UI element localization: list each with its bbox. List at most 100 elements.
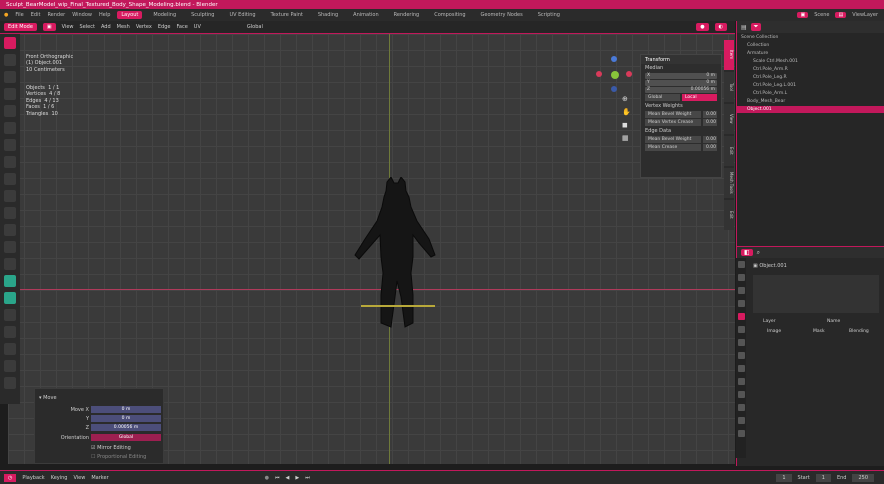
view-layer-props-icon[interactable] [737, 300, 745, 307]
tab-edit[interactable]: Edit [724, 136, 734, 166]
median-z-field[interactable]: Z 0.00056 m [645, 87, 717, 93]
move-x-field[interactable]: 0 m [91, 406, 161, 413]
ortho-toggle-icon[interactable]: ▦ [622, 134, 629, 142]
scene-name[interactable]: Scene [814, 12, 829, 18]
texture-props-icon[interactable] [737, 430, 745, 437]
edge-bevel-weight-value[interactable]: 0.00 [703, 136, 717, 143]
menu-edit[interactable]: Edit [31, 12, 41, 18]
workspace-tab-modeling[interactable]: Modeling [149, 11, 180, 19]
proportional-editing-checkbox[interactable]: ☐ Proportional Editing [91, 454, 146, 460]
knife-tool-icon[interactable] [4, 258, 16, 270]
rotate-tool-icon[interactable] [4, 88, 16, 100]
outliner-item-armature[interactable]: Armature [737, 50, 884, 57]
record-icon[interactable]: ● [265, 475, 269, 481]
menu-file[interactable]: File [15, 12, 23, 18]
outliner-item-pole-arm-l[interactable]: Ctrl.Pole_Arm.L [737, 90, 884, 97]
mirror-editing-checkbox[interactable]: ☑ Mirror Editing [91, 445, 131, 451]
redo-panel-title[interactable]: ▾ Move [39, 395, 57, 401]
play-icon[interactable]: ▶ [295, 475, 299, 481]
overlay-icon[interactable]: ◐ [714, 23, 727, 31]
scene-collection-row[interactable]: Scene Collection [737, 34, 884, 41]
vertex-bevel-weight-value[interactable]: 0.00 [703, 111, 717, 118]
header-menu-select[interactable]: Select [80, 24, 95, 30]
header-menu-vertex[interactable]: Vertex [136, 24, 152, 30]
jump-end-icon[interactable]: ⏭ [305, 475, 310, 481]
bear-model[interactable] [351, 176, 441, 334]
tab-item[interactable]: Item [724, 40, 734, 70]
keying-menu[interactable]: Keying [51, 475, 68, 481]
smooth-tool-icon[interactable] [4, 309, 16, 321]
menu-help[interactable]: Help [99, 12, 110, 18]
header-menu-add[interactable]: Add [101, 24, 111, 30]
blender-logo-icon[interactable]: ● [4, 12, 8, 18]
gizmo-z-neg-icon[interactable] [611, 86, 617, 92]
median-x-field[interactable]: X0 m [645, 73, 717, 79]
median-y-field[interactable]: Y0 m [645, 80, 717, 86]
transform-tool-icon[interactable] [4, 122, 16, 134]
outliner-item-pole-leg-r[interactable]: Ctrl.Pole_Leg.R [737, 74, 884, 81]
local-toggle[interactable]: Local [682, 94, 717, 101]
tab-view[interactable]: View [724, 104, 734, 134]
transform-header[interactable]: Transform [641, 55, 721, 64]
view-layer-name[interactable]: ViewLayer [852, 12, 878, 18]
data-props-icon[interactable] [737, 404, 745, 411]
timeline-view-menu[interactable]: View [73, 475, 85, 481]
outliner-item-object-001[interactable]: Object.001 [737, 106, 884, 113]
orientation-selector[interactable]: Global [247, 24, 263, 30]
outliner-editor-icon[interactable]: ▤ [741, 24, 747, 31]
particles-props-icon[interactable] [737, 365, 745, 372]
move-y-field[interactable]: 0 m [91, 415, 161, 422]
properties-editor-icon[interactable]: ◧ [741, 249, 753, 256]
outliner-item-body-mesh[interactable]: Body_Mesh_Bear [737, 98, 884, 105]
orientation-field[interactable]: Global [91, 434, 161, 441]
workspace-tab-scripting[interactable]: Scripting [534, 11, 564, 19]
tab-mesh-tools[interactable]: Mesh Tools [724, 168, 734, 198]
output-props-icon[interactable] [737, 287, 745, 294]
edge-crease-value[interactable]: 0.00 [703, 144, 717, 151]
outliner-item-pole-leg-l[interactable]: Ctrl.Pole_Leg.L.001 [737, 82, 884, 89]
workspace-tab-layout[interactable]: Layout [117, 11, 143, 19]
poly-build-tool-icon[interactable] [4, 275, 16, 287]
bevel-tool-icon[interactable] [4, 224, 16, 236]
spin-tool-icon[interactable] [4, 292, 16, 304]
header-menu-face[interactable]: Face [176, 24, 187, 30]
outliner-item-collection[interactable]: Collection [737, 42, 884, 49]
menu-render[interactable]: Render [47, 12, 65, 18]
outliner-filter-icon[interactable]: ⏷ [750, 23, 762, 31]
start-frame-field[interactable]: 1 [815, 473, 831, 482]
extrude-tool-icon[interactable] [4, 190, 16, 202]
current-frame-field[interactable]: 1 [776, 473, 792, 482]
tab-tool[interactable]: Tool [724, 72, 734, 102]
gizmo-x-icon[interactable] [626, 71, 632, 77]
menu-window[interactable]: Window [72, 12, 92, 18]
vertex-crease-value[interactable]: 0.00 [703, 119, 717, 126]
header-menu-mesh[interactable]: Mesh [117, 24, 130, 30]
timeline-editor-icon[interactable]: ◷ [4, 473, 17, 482]
constraints-props-icon[interactable] [737, 391, 745, 398]
shading-solid-icon[interactable]: ● [696, 23, 709, 31]
workspace-tab-geometry-nodes[interactable]: Geometry Nodes [477, 11, 527, 19]
properties-list[interactable] [753, 275, 879, 313]
navigation-gizmo[interactable] [596, 56, 632, 92]
measure-tool-icon[interactable] [4, 156, 16, 168]
header-menu-edge[interactable]: Edge [158, 24, 171, 30]
end-frame-field[interactable]: 250 [852, 473, 874, 482]
modifier-props-icon[interactable] [737, 352, 745, 359]
shear-tool-icon[interactable] [4, 360, 16, 372]
properties-search-icon[interactable]: ⌕ [757, 249, 760, 257]
workspace-tab-shading[interactable]: Shading [314, 11, 342, 19]
workspace-tab-animation[interactable]: Animation [349, 11, 383, 19]
gizmo-z-icon[interactable] [611, 56, 617, 62]
add-cube-tool-icon[interactable] [4, 173, 16, 185]
edge-crease-field[interactable]: Mean Crease [645, 144, 701, 151]
move-z-field[interactable]: 0.00056 m [91, 424, 161, 431]
tool-props-icon[interactable] [737, 261, 745, 268]
rip-region-tool-icon[interactable] [4, 377, 16, 389]
camera-view-icon[interactable]: ◼ [622, 121, 628, 129]
world-props-icon[interactable] [737, 326, 745, 333]
gizmo-x-neg-icon[interactable] [596, 71, 602, 77]
shrink-fatten-tool-icon[interactable] [4, 343, 16, 355]
jump-start-icon[interactable]: ⏮ [275, 475, 280, 481]
header-menu-uv[interactable]: UV [194, 24, 201, 30]
timeline-marker-menu[interactable]: Marker [91, 475, 108, 481]
